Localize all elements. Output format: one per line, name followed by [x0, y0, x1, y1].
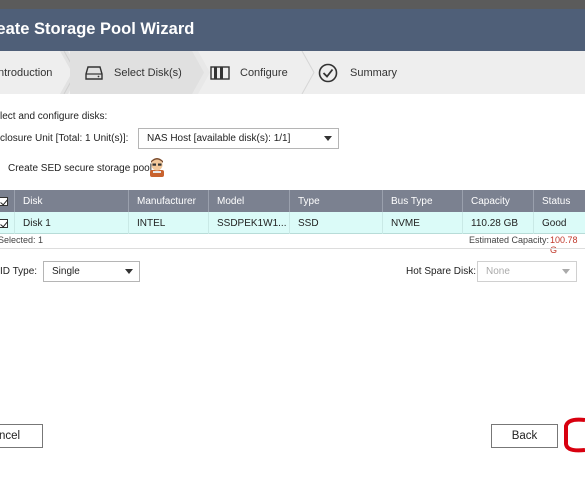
- cell-capacity: 110.28 GB: [462, 212, 533, 234]
- sed-label[interactable]: Create SED secure storage pool: [8, 163, 152, 174]
- chevron-down-icon: [125, 269, 133, 274]
- step-separator: [190, 51, 210, 94]
- step-separator: [301, 51, 315, 94]
- hot-spare-label: Hot Spare Disk:: [406, 266, 477, 277]
- step-label: Select Disk(s): [114, 66, 182, 79]
- selected-count: Selected: 1: [0, 235, 44, 245]
- configure-bars-icon: [210, 63, 230, 83]
- enclosure-select[interactable]: NAS Host [available disk(s): 1/1]: [138, 128, 339, 149]
- chevron-down-icon: [562, 269, 570, 274]
- wizard-steps: ntroduction Select Disk(s) Configure Sum…: [0, 51, 585, 94]
- step-label: Summary: [350, 66, 398, 79]
- annotation-highlight-icon: [564, 417, 585, 453]
- col-disk[interactable]: Disk: [14, 190, 125, 212]
- cell-disk: Disk 1: [14, 212, 125, 234]
- checkbox-icon: [0, 218, 8, 228]
- hot-spare-value: None: [486, 266, 510, 277]
- col-status[interactable]: Status: [533, 190, 585, 212]
- cell-type: SSD: [289, 212, 382, 234]
- cell-status: Good: [533, 212, 585, 234]
- wizard-content: lect and configure disks: closure Unit […: [0, 94, 585, 478]
- chevron-down-icon: [324, 136, 332, 141]
- step-label: ntroduction: [0, 66, 53, 79]
- select-all-checkbox[interactable]: [0, 190, 14, 212]
- step-configure[interactable]: Configure: [210, 51, 310, 94]
- disk-drive-icon: [84, 63, 104, 83]
- back-button-label: Back: [511, 430, 538, 442]
- step-select-disks[interactable]: Select Disk(s): [70, 51, 192, 94]
- agent-avatar-icon: [148, 157, 166, 177]
- hot-spare-select[interactable]: None: [477, 261, 577, 282]
- top-strip: [0, 0, 585, 9]
- estimated-capacity-label: Estimated Capacity:: [469, 235, 550, 245]
- row-checkbox[interactable]: [0, 212, 14, 234]
- cell-bus-type: NVME: [382, 212, 462, 234]
- divider: [0, 248, 585, 249]
- col-manufacturer[interactable]: Manufacturer: [128, 190, 208, 212]
- table-header: Disk Manufacturer Model Type Bus Type Ca…: [0, 190, 585, 212]
- cell-manufacturer: INTEL: [128, 212, 208, 234]
- checkmark-circle-icon: [318, 63, 338, 83]
- enclosure-label: closure Unit [Total: 1 Unit(s)]:: [0, 133, 129, 144]
- col-capacity[interactable]: Capacity: [462, 190, 533, 212]
- step-summary[interactable]: Summary: [318, 51, 418, 94]
- raid-type-label: ID Type:: [0, 266, 38, 277]
- title-bar: reate Storage Pool Wizard: [0, 9, 585, 51]
- wizard-window: reate Storage Pool Wizard ntroduction Se…: [0, 0, 585, 478]
- step-label: Configure: [240, 66, 288, 79]
- back-button[interactable]: Back: [491, 424, 558, 448]
- step-introduction[interactable]: ntroduction: [0, 51, 66, 94]
- col-model[interactable]: Model: [208, 190, 289, 212]
- estimated-capacity-value: 100.78 G: [550, 235, 578, 255]
- col-bus-type[interactable]: Bus Type: [382, 190, 462, 212]
- cancel-button-label: ncel: [0, 430, 21, 442]
- col-type[interactable]: Type: [289, 190, 382, 212]
- section-heading: lect and configure disks:: [0, 111, 108, 122]
- window-title: reate Storage Pool Wizard: [0, 20, 195, 38]
- cell-model: SSDPEK1W1...: [208, 212, 289, 234]
- raid-type-value: Single: [52, 266, 80, 277]
- enclosure-select-value: NAS Host [available disk(s): 1/1]: [147, 133, 291, 144]
- raid-type-select[interactable]: Single: [43, 261, 140, 282]
- cancel-button[interactable]: ncel: [0, 424, 43, 448]
- table-footer: Selected: 1 Estimated Capacity: 100.78 G: [0, 235, 585, 255]
- table-row[interactable]: Disk 1 INTEL SSDPEK1W1... SSD NVME 110.2…: [0, 212, 585, 234]
- checkbox-icon: [0, 196, 8, 206]
